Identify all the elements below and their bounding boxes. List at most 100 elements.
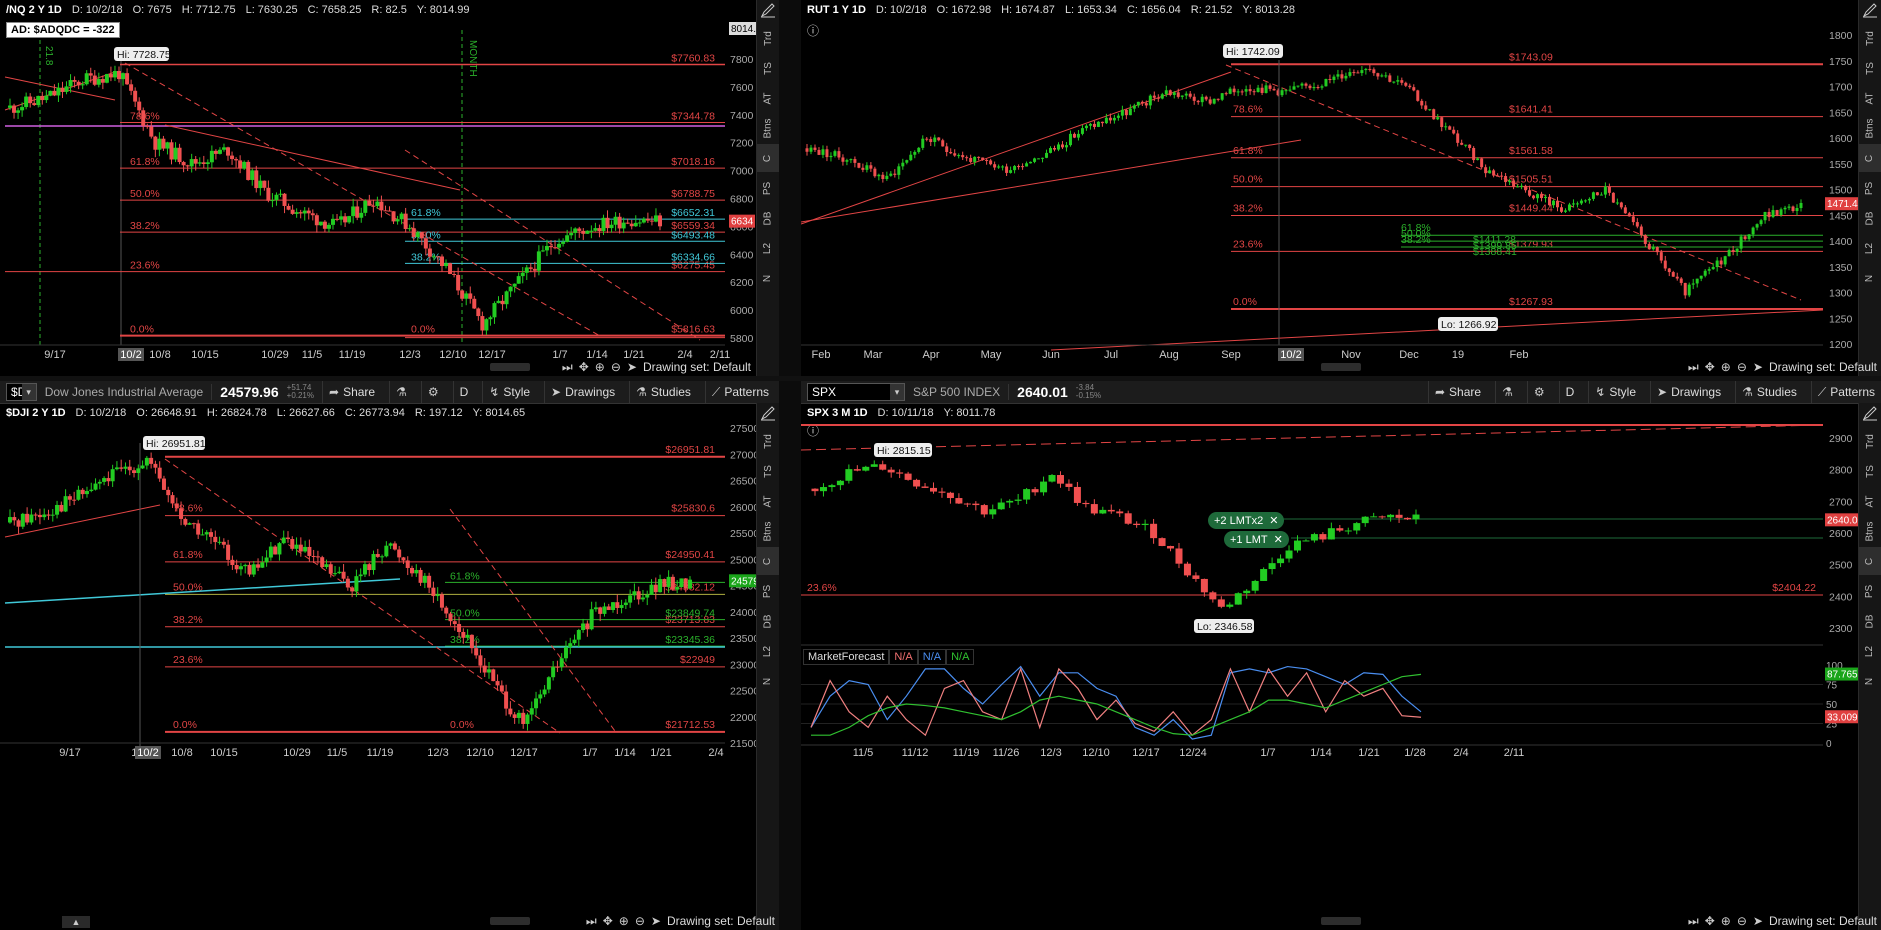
candle [1703, 270, 1707, 276]
zoom-in-icon[interactable]: ⊕ [1721, 360, 1731, 374]
sidebar-tab-at[interactable]: AT [757, 487, 779, 515]
candle [144, 457, 149, 466]
candle [93, 483, 98, 490]
scrollbar-thumb[interactable] [490, 363, 530, 371]
sidebar-tab-trd[interactable]: Trd [757, 427, 779, 455]
study-title[interactable]: MarketForecast [803, 649, 890, 665]
drawing-set-label[interactable]: Drawing set: Default [643, 360, 751, 374]
sidebar-tab-btns[interactable]: Btns [1859, 517, 1881, 545]
price-chart-dji[interactable]: 2750027000265002600025500250002450024000… [0, 381, 779, 930]
sidebar-tab-trd[interactable]: Trd [1859, 24, 1881, 52]
pencil-icon[interactable] [1862, 2, 1878, 18]
sidebar-tab-ts[interactable]: TS [757, 457, 779, 485]
zoom-in-icon[interactable]: ⊕ [1721, 914, 1731, 928]
x-tick-label: 2/4 [1453, 747, 1468, 759]
sidebar-tab-ts[interactable]: TS [1859, 54, 1881, 82]
sidebar-tab-n[interactable]: N [1859, 264, 1881, 292]
candle [973, 156, 977, 162]
right-sidebar: Trd TS AT Btns C PS DB L2 N [756, 0, 779, 376]
drawing-set-label[interactable]: Drawing set: Default [667, 914, 775, 928]
sidebar-tab-n[interactable]: N [1859, 667, 1881, 695]
sidebar-tab-c[interactable]: C [1859, 547, 1881, 575]
scroll-icon[interactable]: ⏭ [586, 914, 597, 929]
zoom-in-icon[interactable]: ⊕ [595, 360, 605, 374]
sidebar-tab-n[interactable]: N [757, 667, 779, 695]
sidebar-tab-c[interactable]: C [1859, 144, 1881, 172]
sidebar-tab-db[interactable]: DB [757, 204, 779, 232]
scrollbar-thumb[interactable] [1321, 917, 1361, 925]
sidebar-tab-ps[interactable]: PS [1859, 577, 1881, 605]
sidebar-tab-l2[interactable]: L2 [1859, 637, 1881, 665]
candle [354, 576, 359, 592]
sidebar-tab-c[interactable]: C [757, 547, 779, 575]
pencil-icon[interactable] [760, 2, 776, 18]
drawing-set-label[interactable]: Drawing set: Default [1769, 914, 1877, 928]
sidebar-tab-ts[interactable]: TS [1859, 457, 1881, 485]
scrollbar-thumb[interactable] [1321, 363, 1361, 371]
order-tag-2[interactable]: +1 LMT ✕ [1224, 531, 1289, 548]
sidebar-tab-db[interactable]: DB [757, 607, 779, 635]
chart-panel-nq[interactable]: /NQ 2 Y 1D D: 10/2/18 O: 7675 H: 7712.75… [0, 0, 779, 376]
sidebar-tab-n[interactable]: N [757, 264, 779, 292]
pencil-icon[interactable] [760, 405, 776, 421]
chart-panel-rut[interactable]: RUT 1 Y 1D D: 10/2/18 O: 1672.98 H: 1674… [801, 0, 1881, 376]
scroll-icon[interactable]: ⏭ [562, 360, 573, 375]
candle [84, 73, 89, 85]
pencil-icon[interactable] [1862, 405, 1878, 421]
expand-icon[interactable]: ▲ [62, 916, 90, 928]
close-icon[interactable]: ✕ [1274, 534, 1283, 546]
price-chart-rut[interactable]: 1800 1750 1700 1650 1600 1550 1500 1450 1400 1350… [801, 0, 1881, 376]
panel-divider-horizontal[interactable] [0, 376, 1881, 381]
candle [375, 554, 380, 557]
sidebar-tab-at[interactable]: AT [757, 84, 779, 112]
chart-panel-spx[interactable]: SPX ▾ S&P 500 INDEX 2640.01 -3.84 -0.15% ➦… [801, 381, 1881, 930]
scroll-icon[interactable]: ⏭ [1688, 360, 1699, 375]
sidebar-tab-at[interactable]: AT [1859, 84, 1881, 112]
chart-panel-dji[interactable]: $DJI▾ Dow Jones Industrial Average 24579… [0, 381, 779, 930]
cursor-icon[interactable]: ➤ [627, 360, 637, 374]
close-icon[interactable]: ✕ [1269, 515, 1278, 527]
sidebar-tab-ps[interactable]: PS [757, 174, 779, 202]
sidebar-tab-l2[interactable]: L2 [757, 637, 779, 665]
fib-pct-label: 50.0% [130, 188, 160, 200]
sidebar-tab-l2[interactable]: L2 [1859, 234, 1881, 262]
cursor-icon[interactable]: ➤ [1753, 360, 1763, 374]
candle [217, 541, 222, 543]
sidebar-tab-c[interactable]: C [757, 144, 779, 172]
sidebar-tab-db[interactable]: DB [1859, 607, 1881, 635]
sidebar-tab-btns[interactable]: Btns [1859, 114, 1881, 142]
sidebar-tab-ps[interactable]: PS [757, 577, 779, 605]
zoom-in-icon[interactable]: ⊕ [619, 914, 629, 928]
zoom-out-icon[interactable]: ⊖ [611, 360, 621, 374]
sidebar-tab-btns[interactable]: Btns [757, 517, 779, 545]
sidebar-tab-trd[interactable]: Trd [757, 24, 779, 52]
sidebar-tab-ts[interactable]: TS [757, 54, 779, 82]
sidebar-tab-l2[interactable]: L2 [757, 234, 779, 262]
sidebar-tab-btns[interactable]: Btns [757, 114, 779, 142]
pan-icon[interactable]: ✥ [579, 360, 589, 374]
candle [516, 276, 521, 284]
candle [611, 602, 616, 610]
sidebar-tab-at[interactable]: AT [1859, 487, 1881, 515]
sidebar-tab-trd[interactable]: Trd [1859, 427, 1881, 455]
pan-icon[interactable]: ✥ [603, 914, 613, 928]
pan-icon[interactable]: ✥ [1705, 360, 1715, 374]
scrollbar-thumb[interactable] [490, 917, 530, 925]
scroll-icon[interactable]: ⏭ [1688, 914, 1699, 929]
sidebar-tab-db[interactable]: DB [1859, 204, 1881, 232]
cursor-icon[interactable]: ➤ [1753, 914, 1763, 928]
drawing-set-label[interactable]: Drawing set: Default [1769, 360, 1877, 374]
candle [42, 514, 47, 518]
price-chart-nq[interactable]: 7800760074007200700068006600640062006000… [0, 0, 779, 376]
panel-divider-vertical[interactable] [779, 0, 801, 930]
candle [1264, 85, 1268, 93]
zoom-out-icon[interactable]: ⊖ [1737, 360, 1747, 374]
candle [1260, 569, 1268, 581]
zoom-out-icon[interactable]: ⊖ [1737, 914, 1747, 928]
sidebar-tab-ps[interactable]: PS [1859, 174, 1881, 202]
cursor-icon[interactable]: ➤ [651, 914, 661, 928]
zoom-out-icon[interactable]: ⊖ [635, 914, 645, 928]
pan-icon[interactable]: ✥ [1705, 914, 1715, 928]
order-tag-1[interactable]: +2 LMTx2 ✕ [1208, 512, 1285, 529]
candle [972, 503, 980, 506]
